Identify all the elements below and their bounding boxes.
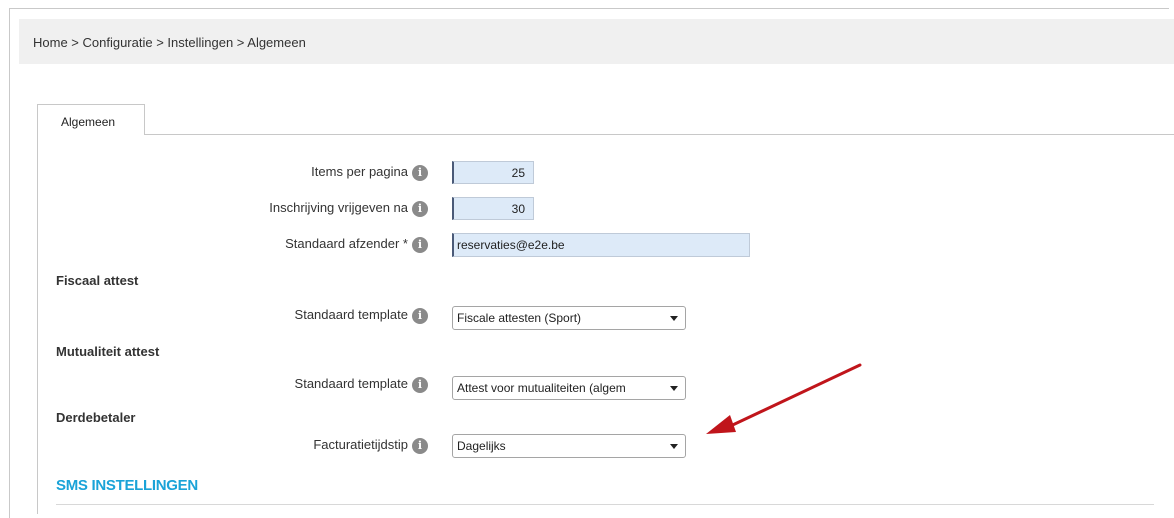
inschrijving-label: Inschrijving vrijgeven na bbox=[269, 200, 408, 215]
items-per-pagina-input[interactable]: 25 bbox=[452, 161, 534, 184]
afzender-label: Standaard afzender * bbox=[285, 236, 408, 251]
items-per-pagina-label: Items per pagina bbox=[311, 164, 408, 179]
chevron-down-icon bbox=[670, 386, 678, 391]
inschrijving-input[interactable]: 30 bbox=[452, 197, 534, 220]
afzender-input[interactable]: reservaties@e2e.be bbox=[452, 233, 750, 257]
tab-algemeen[interactable]: Algemeen bbox=[37, 104, 145, 135]
sms-section-title: SMS INSTELLINGEN bbox=[56, 477, 198, 494]
derdebetaler-section-title: Derdebetaler bbox=[56, 410, 136, 425]
red-arrow-annotation bbox=[706, 363, 862, 434]
info-icon[interactable]: i bbox=[412, 308, 428, 324]
tab-algemeen-label: Algemeen bbox=[61, 115, 116, 129]
fiscaal-section-title: Fiscaal attest bbox=[56, 273, 139, 288]
fiscaal-template-label: Standaard template bbox=[294, 307, 408, 322]
mutualiteit-template-value: Attest voor mutualiteiten (algem bbox=[457, 381, 626, 395]
info-icon[interactable]: i bbox=[412, 237, 428, 253]
mutualiteit-section-title: Mutualiteit attest bbox=[56, 344, 160, 359]
divider bbox=[56, 504, 1154, 505]
facturatie-value: Dagelijks bbox=[457, 439, 506, 453]
chevron-down-icon bbox=[670, 316, 678, 321]
breadcrumb-bar: Home > Configuratie > Instellingen > Alg… bbox=[19, 19, 1174, 64]
fiscaal-template-value: Fiscale attesten (Sport) bbox=[457, 311, 582, 325]
chevron-down-icon bbox=[670, 444, 678, 449]
fiscaal-template-select[interactable]: Fiscale attesten (Sport) bbox=[452, 306, 686, 330]
mutualiteit-template-select[interactable]: Attest voor mutualiteiten (algem bbox=[452, 376, 686, 400]
info-icon[interactable]: i bbox=[412, 377, 428, 393]
info-icon[interactable]: i bbox=[412, 438, 428, 454]
breadcrumb: Home > Configuratie > Instellingen > Alg… bbox=[33, 35, 306, 50]
facturatie-select[interactable]: Dagelijks bbox=[452, 434, 686, 458]
info-icon[interactable]: i bbox=[412, 165, 428, 181]
facturatie-label: Facturatietijdstip bbox=[313, 437, 408, 452]
info-icon[interactable]: i bbox=[412, 201, 428, 217]
mutualiteit-template-label: Standaard template bbox=[294, 376, 408, 391]
